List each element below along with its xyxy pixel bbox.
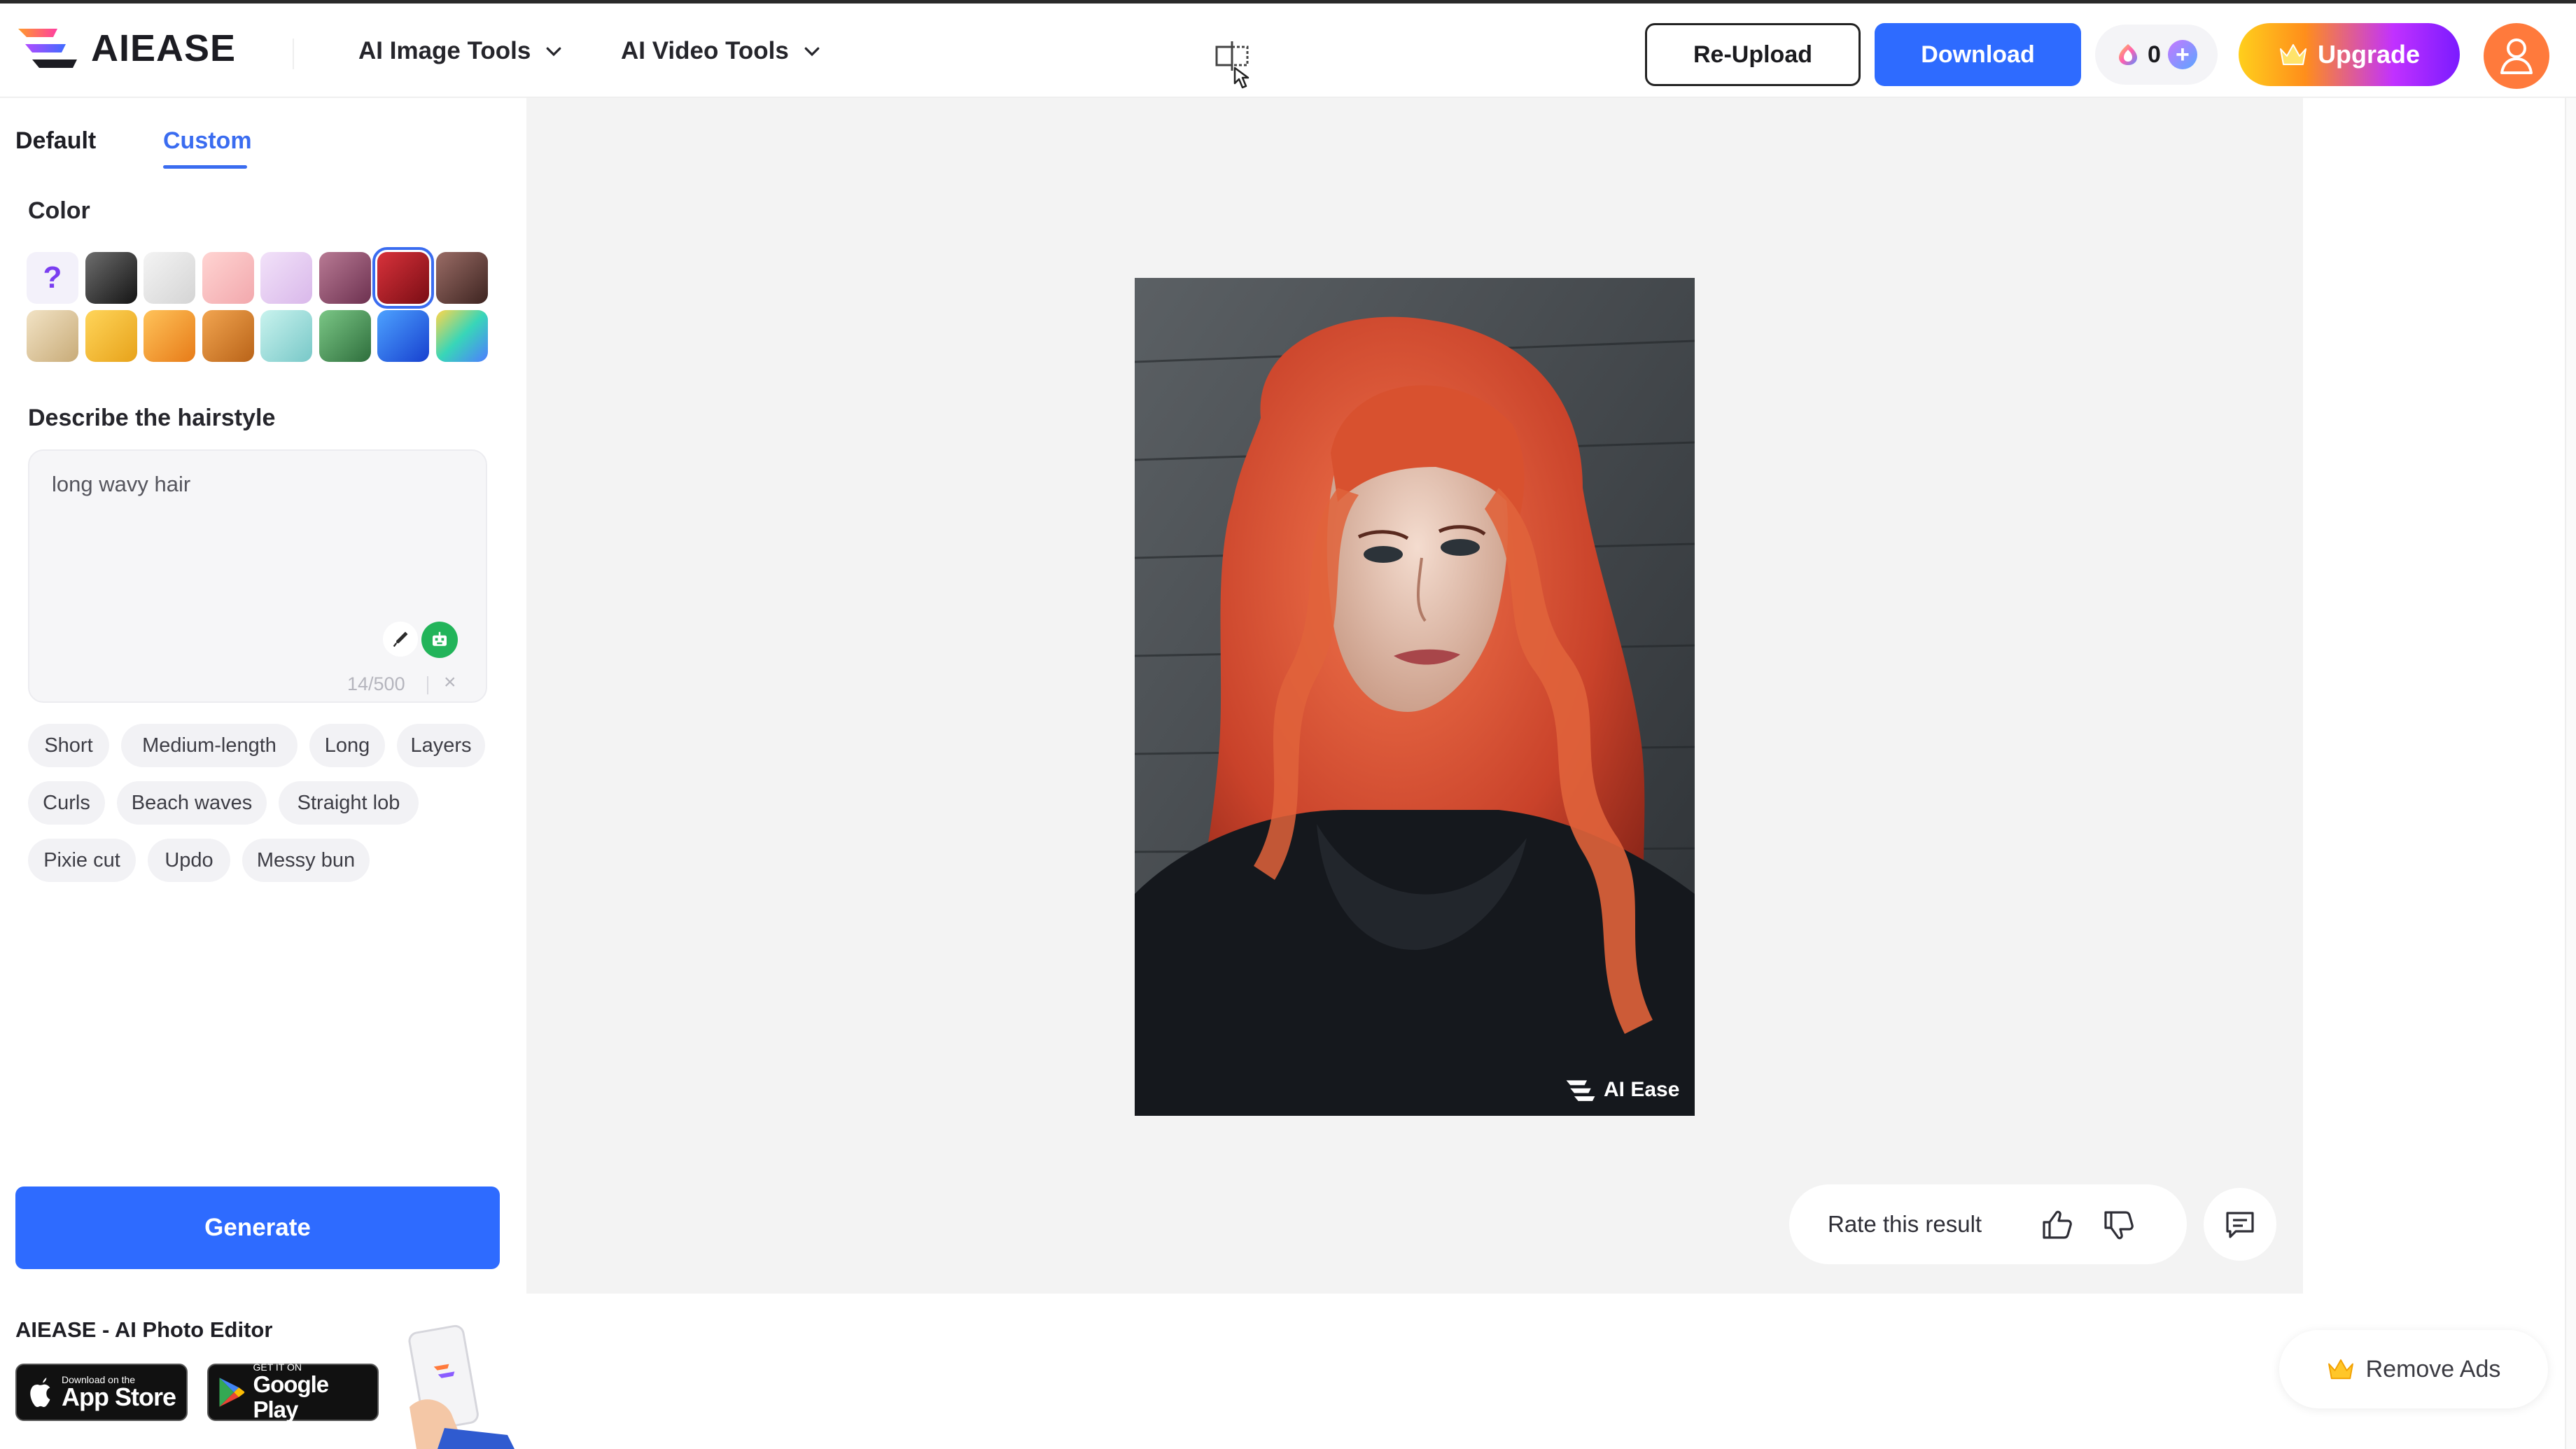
swatch-green[interactable] bbox=[318, 310, 371, 362]
character-counter: 14/500 bbox=[347, 673, 405, 694]
crown-icon bbox=[2279, 44, 2306, 65]
generate-button[interactable]: Generate bbox=[15, 1186, 500, 1269]
chip-curls[interactable]: Curls bbox=[28, 781, 105, 825]
chevron-down-icon bbox=[546, 47, 561, 57]
tab-custom[interactable]: Custom bbox=[163, 127, 252, 155]
reupload-button[interactable]: Re-Upload bbox=[1645, 23, 1861, 86]
active-tab-indicator bbox=[163, 165, 247, 169]
counter-divider bbox=[427, 676, 428, 694]
upgrade-label: Upgrade bbox=[2317, 40, 2421, 69]
brand-name: AIEASE bbox=[91, 27, 237, 69]
brush-icon[interactable] bbox=[383, 622, 418, 657]
swatch-mint[interactable] bbox=[260, 310, 312, 362]
chip-updo[interactable]: Updo bbox=[148, 839, 230, 882]
scrollbar[interactable] bbox=[2565, 98, 2576, 1449]
swatch-rainbow[interactable] bbox=[435, 310, 488, 362]
google-play-badge[interactable]: GET IT ON Google Play bbox=[207, 1362, 379, 1422]
add-credits-button[interactable]: + bbox=[2167, 40, 2197, 69]
swatch-golden[interactable] bbox=[85, 310, 137, 362]
app-store-badge[interactable]: Download on the App Store bbox=[15, 1364, 188, 1421]
header-divider bbox=[293, 38, 294, 69]
result-image[interactable] bbox=[1135, 278, 1695, 1116]
apple-icon bbox=[30, 1378, 50, 1407]
help-icon: ? bbox=[43, 260, 62, 295]
chip-short[interactable]: Short bbox=[28, 724, 109, 767]
chip-beach-waves[interactable]: Beach waves bbox=[117, 781, 267, 825]
googleplay-big-text: Google Play bbox=[253, 1371, 329, 1422]
swatch-unknown[interactable]: ? bbox=[27, 252, 78, 304]
describe-label: Describe the hairstyle bbox=[28, 405, 276, 431]
thumbs-up-icon[interactable] bbox=[2041, 1208, 2075, 1242]
appstore-big-text: App Store bbox=[62, 1382, 176, 1411]
phone-illustration bbox=[408, 1324, 514, 1449]
remove-ads-button[interactable]: Remove Ads bbox=[2279, 1330, 2548, 1408]
user-icon bbox=[2500, 38, 2533, 74]
compare-icon[interactable] bbox=[1211, 38, 1260, 94]
description-text[interactable]: long wavy hair bbox=[52, 472, 190, 497]
nav-ai-video-tools[interactable]: AI Video Tools bbox=[621, 37, 822, 65]
portrait-red-wavy-hair-image bbox=[1135, 278, 1695, 1116]
chip-medium-length[interactable]: Medium-length bbox=[121, 724, 298, 767]
rate-result-bar: Rate this result bbox=[1789, 1184, 2187, 1264]
swatch-lavender[interactable] bbox=[260, 252, 312, 304]
feedback-button[interactable] bbox=[2204, 1188, 2276, 1261]
aiease-watermark-icon bbox=[1566, 1080, 1595, 1101]
swatch-black[interactable] bbox=[85, 252, 137, 304]
chip-long[interactable]: Long bbox=[309, 724, 385, 767]
chip-straight-lob[interactable]: Straight lob bbox=[279, 781, 419, 825]
color-section-label: Color bbox=[28, 197, 90, 224]
swatch-plum[interactable] bbox=[318, 252, 371, 304]
aiease-logo-icon bbox=[18, 29, 77, 68]
download-button[interactable]: Download bbox=[1875, 23, 2081, 86]
app-promo-title: AIEASE - AI Photo Editor bbox=[15, 1317, 273, 1342]
swatch-copper[interactable] bbox=[202, 310, 254, 362]
top-header: AIEASE AI Image Tools AI Video Tools Re-… bbox=[0, 0, 2576, 98]
logo[interactable]: AIEASE bbox=[15, 23, 236, 74]
swatch-pink[interactable] bbox=[202, 252, 254, 304]
swatch-orange[interactable] bbox=[144, 310, 195, 362]
upgrade-button[interactable]: Upgrade bbox=[2239, 23, 2460, 86]
crown-icon bbox=[2328, 1359, 2353, 1380]
chip-messy-bun[interactable]: Messy bun bbox=[242, 839, 370, 882]
chip-pixie-cut[interactable]: Pixie cut bbox=[28, 839, 136, 882]
user-avatar[interactable] bbox=[2484, 23, 2549, 89]
chip-layers[interactable]: Layers bbox=[397, 724, 485, 767]
left-sidebar: Default Custom Color ? Describe the hair… bbox=[0, 98, 526, 1449]
right-blank-area bbox=[2303, 98, 2576, 1449]
chevron-down-icon bbox=[804, 47, 820, 57]
thumbs-down-icon[interactable] bbox=[2103, 1208, 2136, 1242]
swatch-blonde[interactable] bbox=[27, 310, 78, 362]
credits-counter[interactable]: 0 + bbox=[2095, 24, 2218, 85]
watermark: AI Ease bbox=[1564, 1078, 1679, 1102]
hairstyle-description-input[interactable]: long wavy hair 14/500 × bbox=[28, 449, 487, 703]
swatch-blue[interactable] bbox=[377, 310, 429, 362]
nav-label: AI Image Tools bbox=[358, 37, 531, 64]
google-play-icon bbox=[219, 1378, 245, 1407]
remove-ads-label: Remove Ads bbox=[2365, 1355, 2501, 1382]
nav-label: AI Video Tools bbox=[621, 37, 789, 64]
nav-ai-image-tools[interactable]: AI Image Tools bbox=[358, 37, 564, 65]
ai-assist-icon[interactable] bbox=[421, 622, 458, 658]
clear-text-icon[interactable]: × bbox=[444, 671, 456, 694]
swatch-brown[interactable] bbox=[435, 252, 488, 304]
rate-result-label: Rate this result bbox=[1828, 1211, 1982, 1237]
swatch-silver[interactable] bbox=[144, 252, 195, 304]
gem-icon bbox=[2119, 44, 2138, 65]
chat-icon bbox=[2226, 1212, 2254, 1238]
tab-default[interactable]: Default bbox=[15, 127, 96, 155]
credits-value: 0 bbox=[2148, 41, 2161, 68]
googleplay-small-text: GET IT ON bbox=[253, 1362, 302, 1373]
watermark-text: AI Ease bbox=[1604, 1078, 1680, 1101]
swatch-red[interactable] bbox=[372, 247, 434, 309]
